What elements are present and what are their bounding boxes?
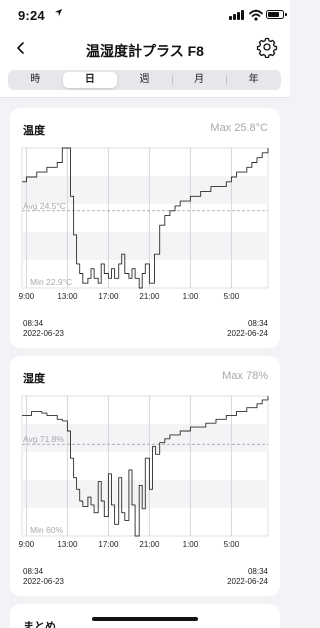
x-tick-label: 9:00	[19, 292, 35, 301]
start-date: 2022-06-23	[23, 577, 64, 586]
end-date: 2022-06-24	[227, 577, 268, 586]
settings-button[interactable]	[256, 36, 278, 59]
battery-icon	[266, 10, 284, 19]
temperature-card: 温度 Max 25.8°C 9:00 13:00 17:00 21:00 1:00 5:0…	[10, 108, 280, 348]
x-tick-label: 1:00	[183, 292, 199, 301]
temperature-chart: 9:00 13:00 17:00 21:00 1:00 5:00 Avg 24.5°C Min…	[19, 147, 269, 301]
x-tick-label: 17:00	[98, 292, 119, 301]
x-tick-label: 1:00	[183, 540, 199, 549]
x-tick-label: 21:00	[139, 540, 160, 549]
segment-week[interactable]: 週	[117, 70, 172, 90]
end-date: 2022-06-24	[227, 329, 268, 338]
page-title: 温湿度計プラス F8	[86, 43, 204, 59]
location-arrow-icon	[54, 8, 63, 20]
x-tick-label: 5:00	[224, 540, 240, 549]
humidity-card: 湿度 Max 78% 9:00 13:00 17:00 21:00 1:00 5:00 Av…	[10, 356, 280, 596]
nav-bar: 温湿度計プラス F8	[0, 28, 290, 68]
avg-label: Avg 71.8%	[23, 434, 64, 444]
wifi-icon	[249, 8, 263, 21]
humidity-chart: 9:00 13:00 17:00 21:00 1:00 5:00 Avg 71.8% Min …	[19, 395, 269, 549]
battery-tip	[285, 13, 287, 16]
period-selector-bar: 時 日 週 月 年	[0, 68, 290, 98]
status-time: 9:24	[18, 8, 45, 23]
segment-day[interactable]: 日	[62, 72, 118, 88]
gear-icon	[256, 37, 278, 59]
x-tick-label: 5:00	[224, 292, 240, 301]
x-tick-label: 13:00	[57, 292, 78, 301]
min-label: Min 60%	[30, 525, 64, 535]
summary-title: まとめ	[23, 621, 56, 628]
segment-year[interactable]: 年	[226, 70, 281, 90]
x-tick-label: 17:00	[98, 540, 119, 549]
min-label: Min 22.9°C	[30, 277, 72, 287]
segment-hour[interactable]: 時	[8, 70, 63, 90]
avg-label: Avg 24.5°C	[23, 201, 66, 211]
start-date: 2022-06-23	[23, 329, 64, 338]
period-segmented-control: 時 日 週 月 年	[8, 70, 281, 90]
cellular-signal-icon	[229, 10, 245, 20]
status-bar: 9:24	[0, 0, 290, 28]
x-tick-label: 13:00	[57, 540, 78, 549]
segment-month[interactable]: 月	[171, 70, 227, 90]
x-tick-label: 9:00	[19, 540, 35, 549]
summary-card: まとめ	[10, 604, 280, 628]
home-indicator	[92, 617, 198, 621]
x-tick-label: 21:00	[139, 292, 160, 301]
